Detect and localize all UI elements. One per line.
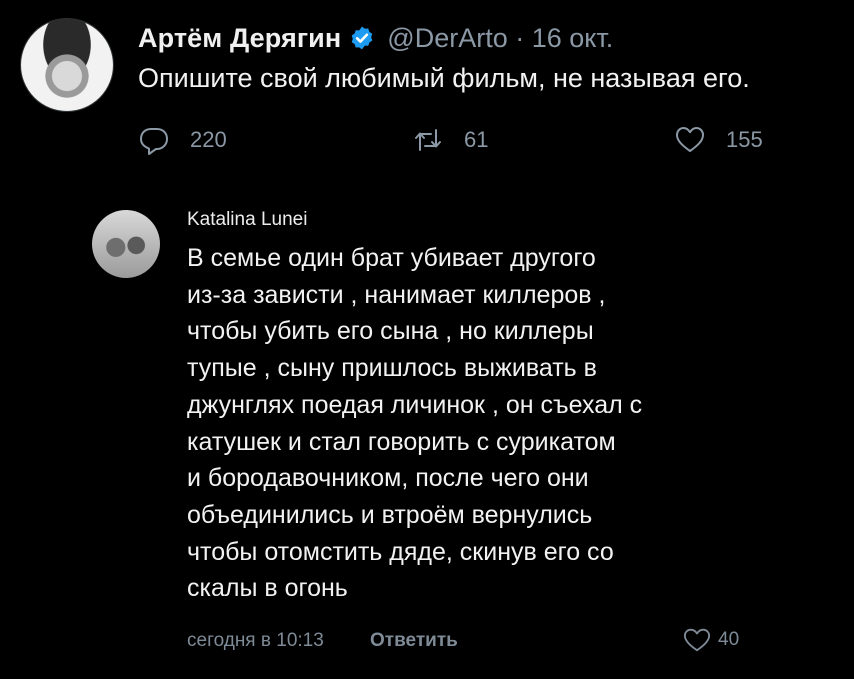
comment-line: и бородавочником, после чего они (187, 464, 589, 493)
heart-icon (676, 127, 704, 152)
comment-line: тупые , сыну пришлось выживать в (187, 354, 597, 383)
comment-line: из-за зависти , нанимает киллеров , (187, 280, 606, 309)
comment-text: В семье один брат убивает другого из-за … (187, 240, 642, 607)
comment: Katalina Lunei В семье один брат убивает… (0, 190, 854, 679)
like-button[interactable]: 155 (674, 124, 763, 156)
comment-line: объединились и втроём вернулись (187, 500, 593, 529)
comment-line: катушек и стал говорить с сурикатом (187, 427, 616, 456)
comment-line: скалы в огонь (187, 574, 348, 603)
comment-like-button[interactable]: 40 (682, 626, 739, 654)
tweet-text: Опишите свой любимый фильм, не называя е… (138, 63, 750, 93)
comment-line: чтобы убить его сына , но киллеры (187, 317, 594, 346)
tweet-header: Артём Дерягин @DerArto · 16 окт. (138, 20, 613, 56)
handle-and-date[interactable]: @DerArto · 16 окт. (387, 23, 613, 54)
comment-line: джунглях поедая личинок , он съехал с (187, 390, 643, 419)
retweet-button[interactable]: 61 (412, 124, 488, 156)
heart-icon (683, 628, 711, 652)
author-name[interactable]: Артём Дерягин (138, 23, 341, 54)
comment-timestamp: сегодня в 10:13 (187, 630, 324, 651)
retweet-icon (415, 129, 441, 151)
comment-line: чтобы отомстить дяде, скинув его со (187, 537, 614, 566)
reply-button[interactable]: 220 (138, 124, 227, 156)
retweet-count: 61 (464, 127, 489, 152)
commenter-name[interactable]: Katalina Lunei (187, 209, 307, 231)
reply-count: 220 (190, 127, 227, 152)
comment-like-count: 40 (718, 629, 740, 650)
reply-link[interactable]: Ответить (370, 630, 458, 652)
commenter-avatar[interactable] (92, 210, 160, 278)
reply-icon (140, 128, 168, 155)
avatar[interactable] (20, 18, 114, 112)
verified-badge-icon (349, 25, 375, 51)
tweet: Артём Дерягин @DerArto · 16 окт. Опишите… (0, 0, 854, 190)
like-count: 155 (726, 127, 763, 152)
comment-line: В семье один брат убивает другого (187, 244, 596, 272)
